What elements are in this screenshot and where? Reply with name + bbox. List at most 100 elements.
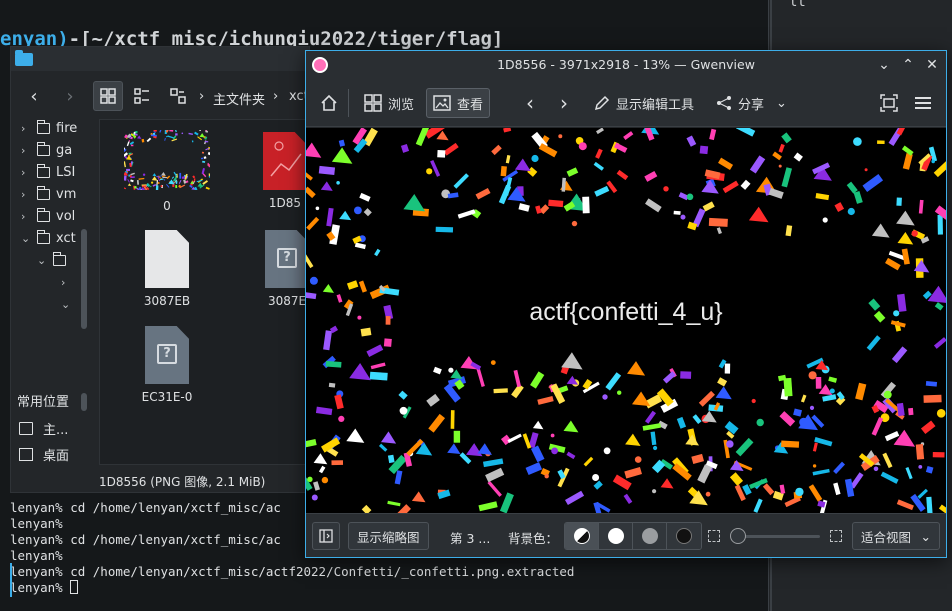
tree-item[interactable]: › vm: [21, 184, 76, 204]
forward-button[interactable]: ›: [55, 81, 85, 111]
gwenview-titlebar[interactable]: 1D8556 - 3971x2918 - 13% — Gwenview ⌄ ⌃ …: [306, 51, 946, 79]
minimize-button[interactable]: ⌄: [874, 55, 894, 75]
tree-item[interactable]: › ga: [21, 140, 72, 160]
confetti-piece: [699, 145, 709, 155]
confetti-piece: [171, 176, 175, 179]
image-canvas[interactable]: actf{confetti_4_u}: [306, 128, 946, 513]
zoom-mode-select[interactable]: 适合视图 ⌄: [852, 522, 940, 550]
icons-view-button[interactable]: [93, 81, 123, 111]
confetti-piece: [369, 371, 388, 381]
confetti-piece: [735, 437, 754, 457]
confetti-piece: [346, 280, 359, 290]
confetti-piece: [191, 140, 194, 143]
bg-light-button[interactable]: [599, 523, 633, 549]
confetti-piece: [142, 173, 146, 176]
bg-neutral-button[interactable]: [633, 523, 667, 549]
confetti-piece: [779, 411, 796, 427]
tree-subitem[interactable]: ⌄: [61, 294, 73, 314]
confetti-piece: [550, 433, 555, 438]
file-item[interactable]: 0: [122, 127, 212, 213]
file-item[interactable]: ? 3087E: [242, 230, 310, 308]
bg-auto-button[interactable]: [565, 523, 599, 549]
zoom-out-icon[interactable]: [708, 530, 720, 542]
tree-subitem[interactable]: ⌄: [37, 250, 72, 270]
next-button[interactable]: ›: [554, 88, 574, 118]
browse-label: 浏览: [388, 97, 415, 113]
view-button[interactable]: 查看: [426, 88, 491, 118]
confetti-piece: [359, 192, 371, 202]
confetti-piece: [306, 142, 322, 158]
confetti-piece: [358, 280, 367, 293]
show-thumbnails-button[interactable]: 显示缩略图: [348, 522, 429, 550]
previous-button[interactable]: ‹: [520, 88, 540, 118]
confetti-piece: [500, 165, 507, 177]
breadcrumb-home[interactable]: 主文件夹: [213, 89, 265, 108]
confetti-piece: [911, 230, 918, 237]
window-title: 1D8556 - 3971x2918 - 13% — Gwenview: [497, 57, 755, 72]
menu-button[interactable]: [908, 88, 938, 118]
confetti-piece: [155, 185, 159, 191]
dolphin-titlebar[interactable]: [11, 47, 309, 71]
zoom-in-icon[interactable]: [830, 530, 842, 542]
place-home[interactable]: 主...: [19, 419, 68, 438]
confetti-piece: [426, 393, 440, 407]
chevron-right-icon: ›: [21, 121, 26, 135]
back-button[interactable]: ‹: [19, 81, 49, 111]
tree-item[interactable]: › fire: [21, 118, 77, 138]
confetti-piece: [334, 394, 344, 410]
grid-icon: [364, 94, 382, 112]
edit-tools-button[interactable]: 显示编辑工具: [588, 88, 700, 118]
confetti-piece: [735, 128, 756, 137]
zoom-slider-handle[interactable]: [730, 528, 746, 544]
fullscreen-button[interactable]: [874, 88, 904, 118]
maximize-button[interactable]: ⌃: [898, 55, 918, 75]
confetti-piece: [490, 360, 496, 365]
details-view-button[interactable]: [127, 81, 157, 111]
file-view[interactable]: 0 1D85 3087EB ? 3087E ? EC31E-0: [99, 119, 311, 465]
confetti-piece: [475, 187, 491, 200]
confetti-piece: [162, 176, 168, 179]
confetti-piece: [548, 199, 564, 208]
confetti-piece: [896, 210, 915, 226]
confetti-piece: [793, 152, 803, 162]
browse-button[interactable]: 浏览: [358, 88, 420, 118]
sidebar-toggle-button[interactable]: [312, 522, 340, 550]
confetti-piece: [846, 181, 858, 194]
confetti-piece: [374, 248, 381, 257]
confetti-piece: [625, 433, 641, 446]
tree-item[interactable]: › vol: [21, 206, 75, 226]
confetti-piece: [363, 208, 372, 217]
file-item[interactable]: 1D85: [240, 132, 310, 210]
place-desktop[interactable]: 桌面: [19, 445, 69, 464]
unknown-file-icon: ?: [145, 326, 189, 384]
folder-icon: [36, 119, 50, 134]
close-button[interactable]: ✕: [922, 55, 942, 75]
places-scrollbar[interactable]: [81, 393, 87, 411]
confetti-piece: [853, 190, 863, 204]
confetti-piece: [808, 484, 823, 502]
tree-subitem[interactable]: ›: [61, 272, 73, 292]
file-item[interactable]: ? EC31E-0: [122, 326, 212, 404]
tree-item[interactable]: ⌄ xct: [21, 228, 76, 248]
tree-item[interactable]: › LSI: [21, 162, 75, 182]
chevron-down-icon: ⌄: [37, 253, 47, 267]
confetti-piece: [430, 159, 441, 177]
confetti-piece: [175, 133, 178, 136]
background-color-selector: [564, 522, 702, 550]
toolbar-divider: [348, 89, 349, 117]
confetti-piece: [411, 491, 426, 503]
confetti-piece: [566, 451, 576, 460]
home-button[interactable]: [314, 88, 344, 118]
bg-dark-button[interactable]: [667, 523, 701, 549]
confetti-piece: [702, 201, 715, 212]
confetti-piece: [822, 394, 837, 402]
confetti-piece: [141, 138, 145, 143]
confetti-piece: [634, 456, 642, 463]
confetti-piece: [691, 453, 704, 465]
tree-scrollbar[interactable]: [81, 229, 87, 329]
share-button[interactable]: 分享 ⌄: [710, 88, 793, 118]
confetti-piece: [466, 443, 483, 457]
confetti-piece: [855, 382, 867, 401]
file-item[interactable]: 3087EB: [122, 230, 212, 308]
split-view-button[interactable]: [163, 81, 193, 111]
